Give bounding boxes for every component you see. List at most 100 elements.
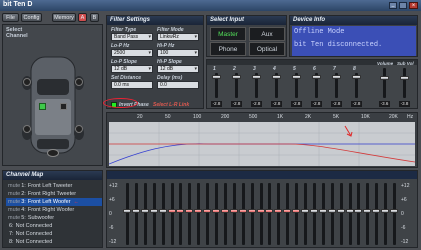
eq-band-knob[interactable] (354, 209, 363, 213)
eq-band-track[interactable] (375, 183, 379, 245)
delay-field[interactable]: 0.0 (157, 81, 199, 89)
optical-input-button[interactable]: Optical (249, 42, 285, 56)
eq-band-knob[interactable] (131, 209, 140, 213)
eq-band-knob[interactable] (336, 209, 345, 213)
eq-band-knob[interactable] (229, 209, 238, 213)
eq-band-track[interactable] (241, 183, 245, 245)
eq-band-track[interactable] (188, 183, 192, 245)
level-fader-knob[interactable] (292, 75, 301, 79)
eq-band-knob[interactable] (345, 209, 354, 213)
eq-band-knob[interactable] (292, 209, 301, 213)
eq-band-knob[interactable] (256, 209, 265, 213)
eq-band-track[interactable] (259, 183, 263, 245)
sub-volume-fader-knob[interactable] (400, 76, 409, 80)
eq-band-knob[interactable] (274, 209, 283, 213)
level-fader-knob[interactable] (232, 75, 241, 79)
eq-band-knob[interactable] (212, 209, 220, 213)
eq-band-knob[interactable] (247, 209, 256, 213)
eq-band-track[interactable] (143, 183, 147, 245)
filter-mode-select[interactable]: LinkwRz ▾ (157, 33, 199, 41)
phone-input-button[interactable]: Phone (210, 42, 246, 56)
channel-row[interactable]: mute3: Front Left Woofer ← (6, 198, 102, 206)
channel-row[interactable]: mute5: Subwoofer (6, 214, 102, 222)
mute-toggle[interactable]: mute (8, 199, 20, 205)
eq-band-knob[interactable] (327, 209, 336, 213)
channel-row[interactable]: 6: Not Connected (6, 222, 102, 230)
speaker-front-left[interactable] (23, 78, 31, 86)
eq-band-track[interactable] (161, 183, 165, 245)
config-button[interactable]: Config (21, 13, 42, 22)
eq-band-knob[interactable] (185, 209, 194, 213)
eq-band-track[interactable] (286, 183, 290, 245)
eq-band-track[interactable] (321, 183, 325, 245)
eq-band-track[interactable] (357, 183, 361, 245)
eq-band-track[interactable] (206, 183, 210, 245)
close-button[interactable]: × (409, 2, 418, 9)
distance-field[interactable]: 0.0 ms (111, 81, 153, 89)
channel-row[interactable]: mute1: Front Left Tweeter (6, 182, 102, 190)
eq-band-knob[interactable] (194, 209, 203, 213)
eq-band-track[interactable] (277, 183, 281, 245)
eq-band-track[interactable] (152, 183, 156, 245)
speaker-rear-right[interactable] (75, 125, 83, 133)
eq-band-track[interactable] (223, 183, 227, 245)
memory-a-button[interactable]: A (78, 13, 87, 22)
select-lr-link-label[interactable]: Select L-R Link (153, 102, 189, 108)
eq-band-knob[interactable] (363, 209, 372, 213)
eq-band-track[interactable] (197, 183, 201, 245)
eq-band-knob[interactable] (372, 209, 381, 213)
eq-band-knob[interactable] (318, 209, 327, 213)
eq-band-knob[interactable] (309, 209, 318, 213)
eq-band-track[interactable] (179, 183, 183, 245)
speaker-front-right[interactable] (75, 78, 83, 86)
minimize-button[interactable]: _ (389, 2, 397, 9)
channel-row[interactable]: mute4: Front Right Woofer (6, 206, 102, 214)
eq-band-track[interactable] (304, 183, 307, 245)
level-fader-knob[interactable] (352, 75, 361, 79)
eq-band-knob[interactable] (149, 209, 158, 213)
mute-toggle[interactable]: mute (8, 191, 20, 197)
mute-toggle[interactable]: mute (8, 207, 20, 213)
memory-b-button[interactable]: B (90, 13, 99, 22)
eq-band-knob[interactable] (238, 209, 247, 213)
speaker-woofer-left-selected[interactable] (39, 103, 46, 110)
eq-band-knob[interactable] (265, 209, 274, 213)
eq-band-knob[interactable] (176, 209, 185, 213)
eq-band-knob[interactable] (167, 209, 176, 213)
eq-band-track[interactable] (384, 183, 388, 245)
speaker-rear-left[interactable] (23, 125, 31, 133)
eq-band-knob[interactable] (220, 209, 229, 213)
eq-band-knob[interactable] (301, 209, 309, 213)
eq-band-knob[interactable] (283, 209, 292, 213)
eq-band-track[interactable] (393, 183, 396, 245)
eq-band-track[interactable] (330, 183, 334, 245)
eq-band-track[interactable] (250, 183, 254, 245)
file-button[interactable]: File (2, 13, 19, 22)
subwoofer-icon[interactable] (47, 149, 59, 157)
eq-band-track[interactable] (126, 183, 129, 245)
hi-p-hz-select[interactable]: 100 ▾ (157, 49, 199, 57)
lo-p-slope-select[interactable]: 12 dB ▾ (111, 65, 153, 73)
eq-band-knob[interactable] (390, 209, 398, 213)
lo-p-hz-select[interactable]: 2500 ▾ (111, 49, 153, 57)
eq-band-track[interactable] (366, 183, 370, 245)
level-fader-knob[interactable] (332, 75, 341, 79)
filter-type-select[interactable]: Band Pass ▾ (111, 33, 153, 41)
eq-band-track[interactable] (312, 183, 316, 245)
master-input-button[interactable]: Master (210, 27, 246, 41)
level-fader-knob[interactable] (312, 75, 321, 79)
sub-volume-fader-track[interactable] (403, 68, 406, 98)
level-fader-knob[interactable] (252, 75, 261, 79)
channel-row[interactable]: 8: Not Connected (6, 238, 102, 246)
eq-band-knob[interactable] (123, 209, 131, 213)
eq-band-track[interactable] (215, 183, 218, 245)
maximize-button[interactable] (399, 2, 407, 9)
volume-fader-knob[interactable] (380, 76, 389, 80)
channel-row[interactable]: 7: Not Connected (6, 230, 102, 238)
hi-p-slope-select[interactable]: 12 dB ▾ (157, 65, 199, 73)
level-fader-knob[interactable] (212, 75, 221, 79)
aux-input-button[interactable]: Aux (249, 27, 285, 41)
eq-band-track[interactable] (232, 183, 236, 245)
mute-toggle[interactable]: mute (8, 215, 20, 221)
eq-band-track[interactable] (339, 183, 343, 245)
